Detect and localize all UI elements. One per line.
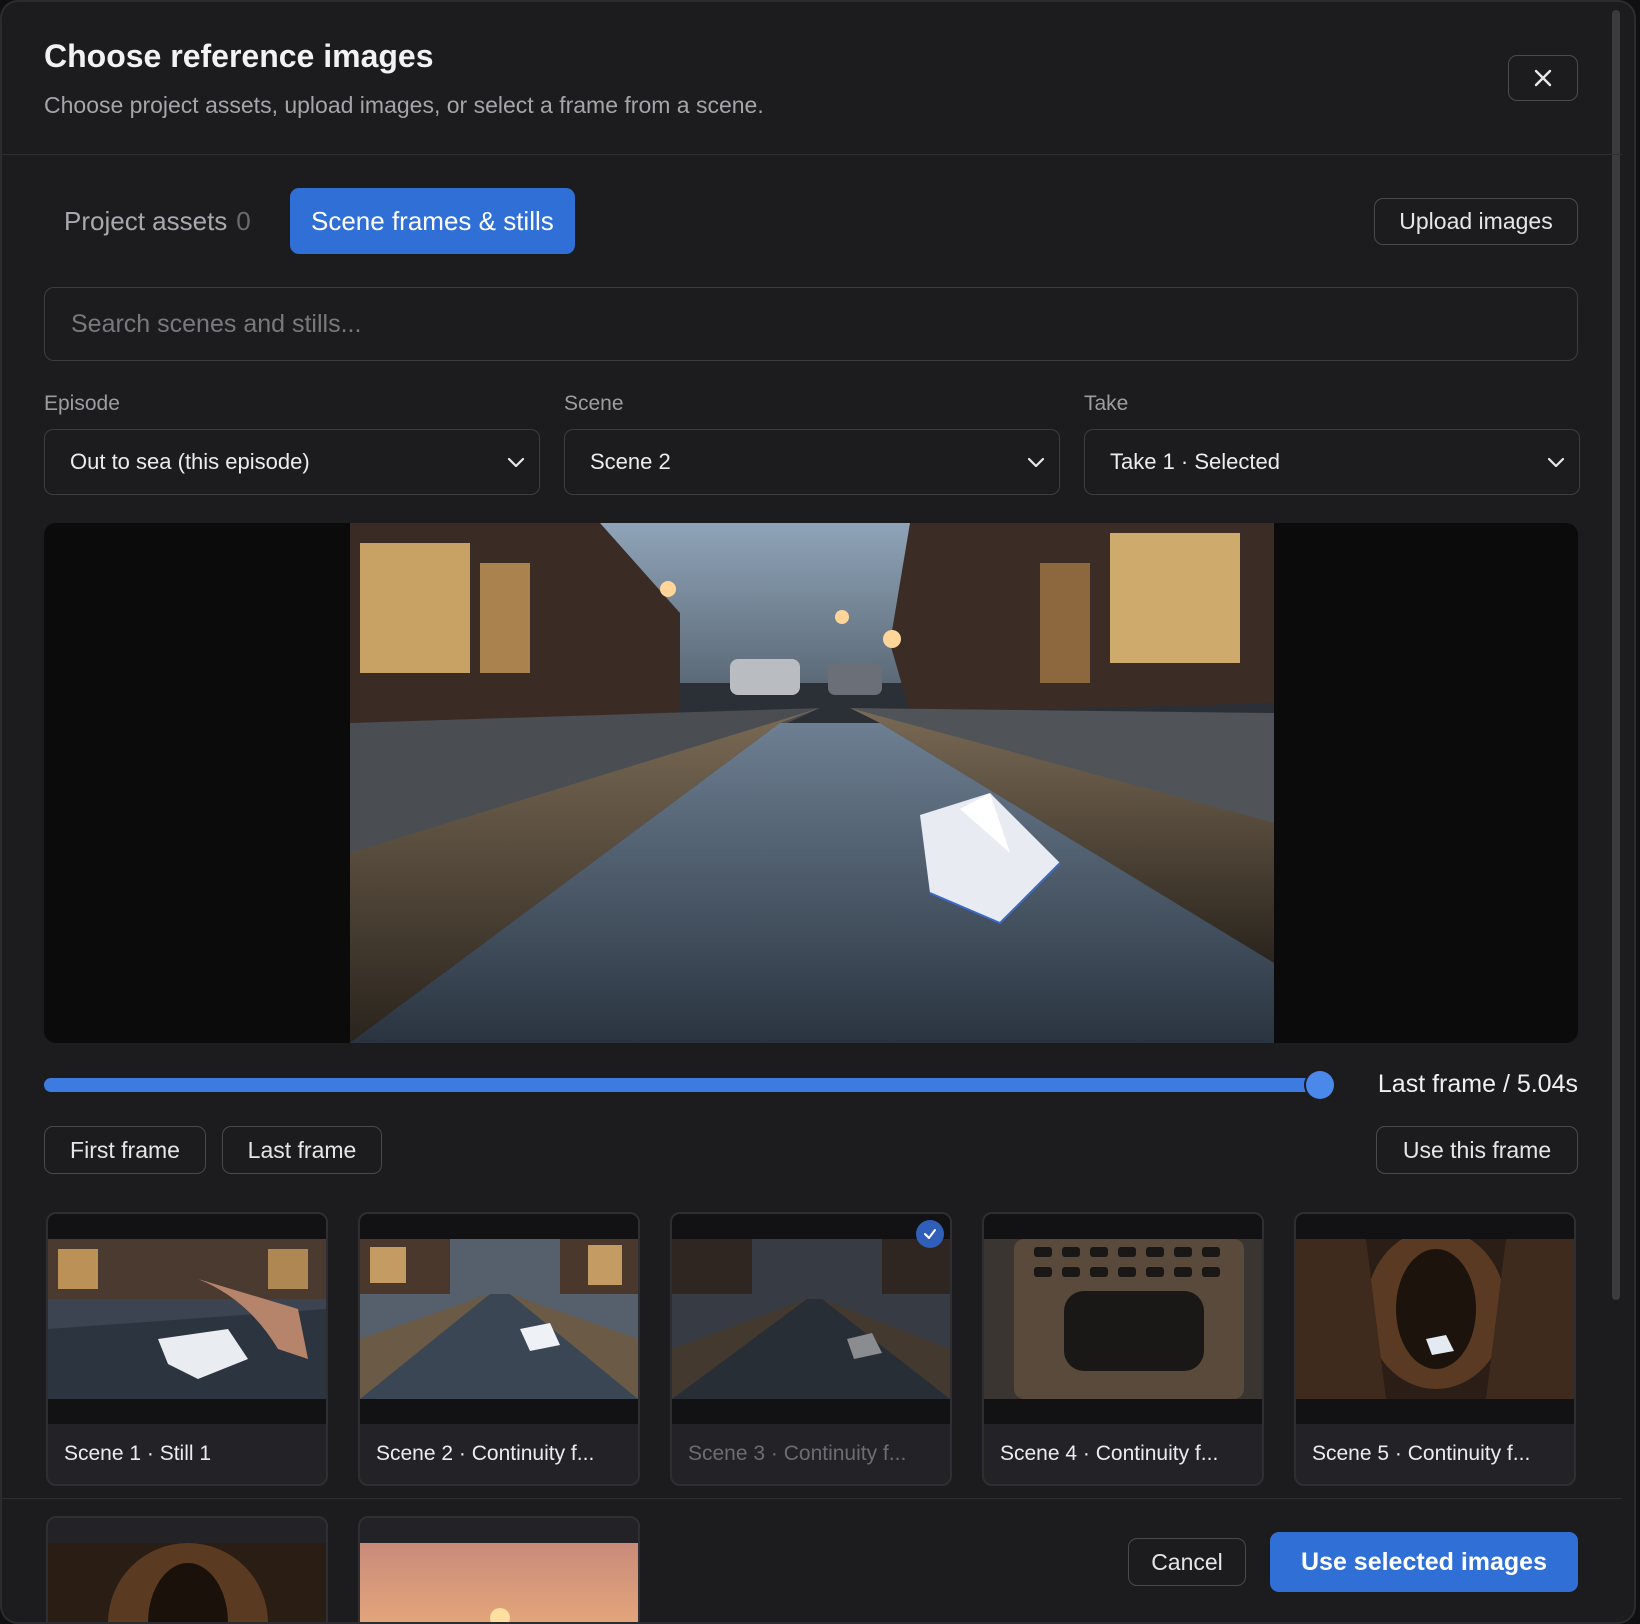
close-icon: [1534, 69, 1552, 87]
still-card[interactable]: Scene 4 · Continuity f...: [982, 1212, 1264, 1486]
selected-check-icon: [916, 1220, 944, 1248]
preview-image: [350, 523, 1274, 1043]
still-thumbnail: [360, 1214, 638, 1424]
scene-select-value: Scene 2: [590, 449, 671, 474]
tab-project-assets-count: 0: [236, 205, 251, 236]
episode-label: Episode: [44, 392, 120, 415]
still-caption: Scene 1 · Still 1: [64, 1442, 212, 1465]
still-card-partial[interactable]: [46, 1516, 328, 1622]
still-thumbnail: [672, 1214, 950, 1424]
close-button[interactable]: [1508, 55, 1578, 101]
header-divider: [2, 154, 1622, 155]
chevron-down-icon: [1027, 457, 1045, 468]
still-caption: Scene 5 · Continuity f...: [1312, 1442, 1531, 1465]
last-frame-button[interactable]: Last frame: [222, 1126, 382, 1174]
tab-project-assets[interactable]: Project assets 0: [44, 188, 271, 254]
take-label: Take: [1084, 392, 1129, 415]
still-card[interactable]: Scene 2 · Continuity f...: [358, 1212, 640, 1486]
still-thumbnail: [1296, 1214, 1574, 1424]
cancel-button[interactable]: Cancel: [1128, 1538, 1246, 1586]
dialog-title: Choose reference images: [44, 38, 434, 74]
still-card[interactable]: Scene 1 · Still 1: [46, 1212, 328, 1486]
still-thumbnail: [48, 1214, 326, 1424]
episode-select[interactable]: Out to sea (this episode): [44, 429, 540, 495]
frame-scrubber[interactable]: [44, 1071, 1334, 1099]
still-caption: Scene 3 · Continuity f...: [688, 1442, 907, 1465]
dialog-subtitle: Choose project assets, upload images, or…: [44, 92, 764, 118]
still-thumbnail: [48, 1543, 326, 1622]
still-caption: Scene 2 · Continuity f...: [376, 1442, 595, 1465]
frame-preview: [44, 523, 1578, 1043]
still-thumbnail: [984, 1214, 1262, 1424]
first-frame-button[interactable]: First frame: [44, 1126, 206, 1174]
scrubber-thumb[interactable]: [1306, 1071, 1334, 1099]
use-this-frame-button[interactable]: Use this frame: [1376, 1126, 1578, 1174]
episode-select-value: Out to sea (this episode): [70, 449, 310, 474]
still-caption: Scene 4 · Continuity f...: [1000, 1442, 1219, 1465]
take-select[interactable]: Take 1 · Selected: [1084, 429, 1580, 495]
upload-images-button[interactable]: Upload images: [1374, 198, 1578, 245]
tab-project-assets-label: Project assets: [64, 205, 228, 236]
still-thumbnail: [360, 1543, 638, 1622]
reference-images-dialog: Choose reference images Choose project a…: [0, 0, 1636, 1624]
take-select-value: Take 1 · Selected: [1110, 449, 1280, 474]
still-card[interactable]: Scene 5 · Continuity f...: [1294, 1212, 1576, 1486]
tab-scene-frames-label: Scene frames & stills: [311, 205, 554, 236]
search-input[interactable]: Search scenes and stills...: [44, 287, 1578, 361]
scene-label: Scene: [564, 392, 624, 415]
frame-time-readout: Last frame / 5.04s: [1377, 1070, 1578, 1098]
scene-select[interactable]: Scene 2: [564, 429, 1060, 495]
still-card-selected[interactable]: Scene 3 · Continuity f...: [670, 1212, 952, 1486]
chevron-down-icon: [507, 457, 525, 468]
chevron-down-icon: [1547, 457, 1565, 468]
still-card-partial[interactable]: [358, 1516, 640, 1622]
tab-scene-frames[interactable]: Scene frames & stills: [290, 188, 575, 254]
scrubber-fill: [44, 1078, 1320, 1092]
use-selected-images-button[interactable]: Use selected images: [1270, 1532, 1578, 1592]
dialog-scrollbar[interactable]: [1612, 10, 1620, 1300]
